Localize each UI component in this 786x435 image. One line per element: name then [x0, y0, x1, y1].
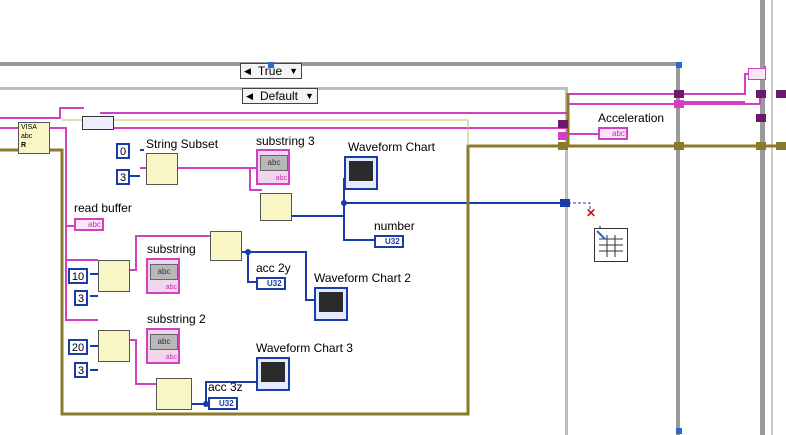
substring-3-indicator[interactable]: abc abc	[256, 149, 290, 185]
spreadsheet-grid-icon	[596, 230, 623, 257]
substring-2-label: substring 2	[147, 312, 206, 326]
string-display-icon: abc	[260, 155, 288, 171]
waveform-chart-3-label: Waveform Chart 3	[256, 341, 353, 355]
block-diagram-wires	[0, 62, 786, 434]
waveform-chart-3-indicator[interactable]	[256, 357, 290, 391]
read-buffer-label: read buffer	[74, 201, 132, 215]
scan-number-node-2[interactable]	[210, 231, 242, 261]
number-label: number	[374, 219, 415, 233]
acc-3z-label: acc 3z	[208, 380, 243, 394]
pink-bundle-node[interactable]	[748, 68, 766, 80]
substring-2-indicator[interactable]: abc abc	[146, 328, 180, 364]
string-subset-node-3[interactable]	[98, 330, 130, 362]
property-node[interactable]	[82, 116, 114, 130]
visa-read-label: R	[21, 142, 27, 149]
substring-indicator[interactable]: abc abc	[146, 258, 180, 294]
read-buffer-indicator[interactable]: abc	[74, 218, 104, 231]
string-display-icon: abc	[150, 264, 178, 280]
acc-3z-indicator[interactable]: U32	[208, 397, 238, 410]
visa-read-node[interactable]: VISA abc R	[18, 122, 50, 154]
constant-10[interactable]: 10	[68, 268, 88, 284]
acceleration-label: Acceleration	[598, 111, 665, 125]
write-spreadsheet-icon[interactable]	[594, 228, 628, 262]
constant-3-a[interactable]: 3	[116, 169, 130, 185]
chart-icon	[261, 362, 285, 382]
chart-icon	[349, 161, 373, 181]
constant-3-b[interactable]: 3	[74, 290, 88, 306]
string-subset-node-2[interactable]	[98, 260, 130, 292]
string-display-icon: abc	[150, 334, 178, 350]
substring-label: substring	[147, 242, 196, 256]
abc-tag: abc	[165, 354, 177, 361]
scan-number-node-3[interactable]	[156, 378, 192, 410]
constant-0[interactable]: 0	[116, 143, 130, 159]
acceleration-indicator[interactable]: abc	[598, 127, 628, 140]
waveform-chart-indicator[interactable]	[344, 156, 378, 190]
constant-20[interactable]: 20	[68, 339, 88, 355]
waveform-chart-2-label: Waveform Chart 2	[314, 271, 411, 285]
string-subset-label: String Subset	[146, 137, 219, 151]
waveform-chart-label: Waveform Chart	[348, 140, 435, 154]
abc-tag: abc	[165, 284, 177, 291]
acc-2y-indicator[interactable]: U32	[256, 277, 286, 290]
visa-label: VISA	[21, 124, 37, 131]
broken-wire-icon: ✕	[586, 206, 597, 220]
constant-3-c[interactable]: 3	[74, 362, 88, 378]
waveform-chart-2-indicator[interactable]	[314, 287, 348, 321]
string-subset-node-1[interactable]	[146, 153, 178, 185]
substring-3-label: substring 3	[256, 134, 315, 148]
abc-tag: abc	[275, 175, 287, 182]
chart-icon	[319, 292, 343, 312]
visa-abc-label: abc	[21, 133, 33, 140]
number-indicator[interactable]: U32	[374, 235, 404, 248]
acc-2y-label: acc 2y	[256, 261, 291, 275]
scan-number-node-1[interactable]	[260, 193, 292, 221]
